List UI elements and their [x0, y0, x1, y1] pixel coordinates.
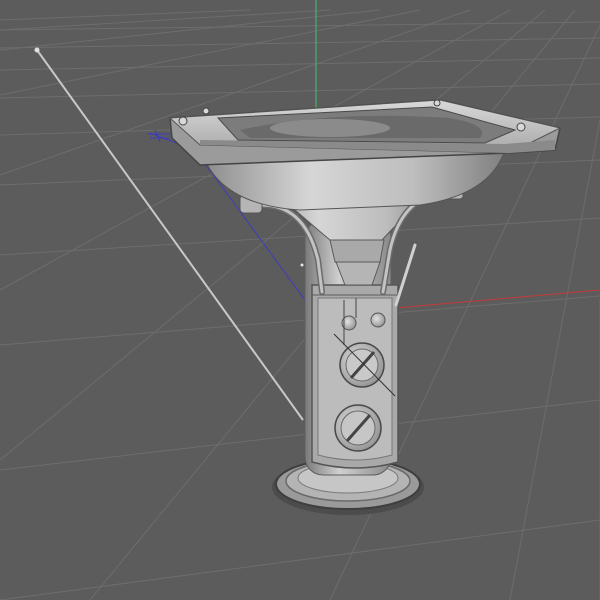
ground-grid [0, 9, 600, 600]
rim-screw-icon [433, 99, 441, 107]
rim-screw-icon [178, 116, 188, 126]
rod-endpoint[interactable] [34, 47, 40, 53]
rim-screw-icon [202, 107, 210, 115]
3d-viewport[interactable] [0, 0, 600, 600]
pivot-point[interactable] [300, 263, 304, 267]
rim-screw-icon [516, 122, 526, 132]
light-rod[interactable] [36, 49, 304, 421]
viewport-canvas[interactable] [0, 0, 600, 600]
flow-knob[interactable] [334, 404, 382, 452]
